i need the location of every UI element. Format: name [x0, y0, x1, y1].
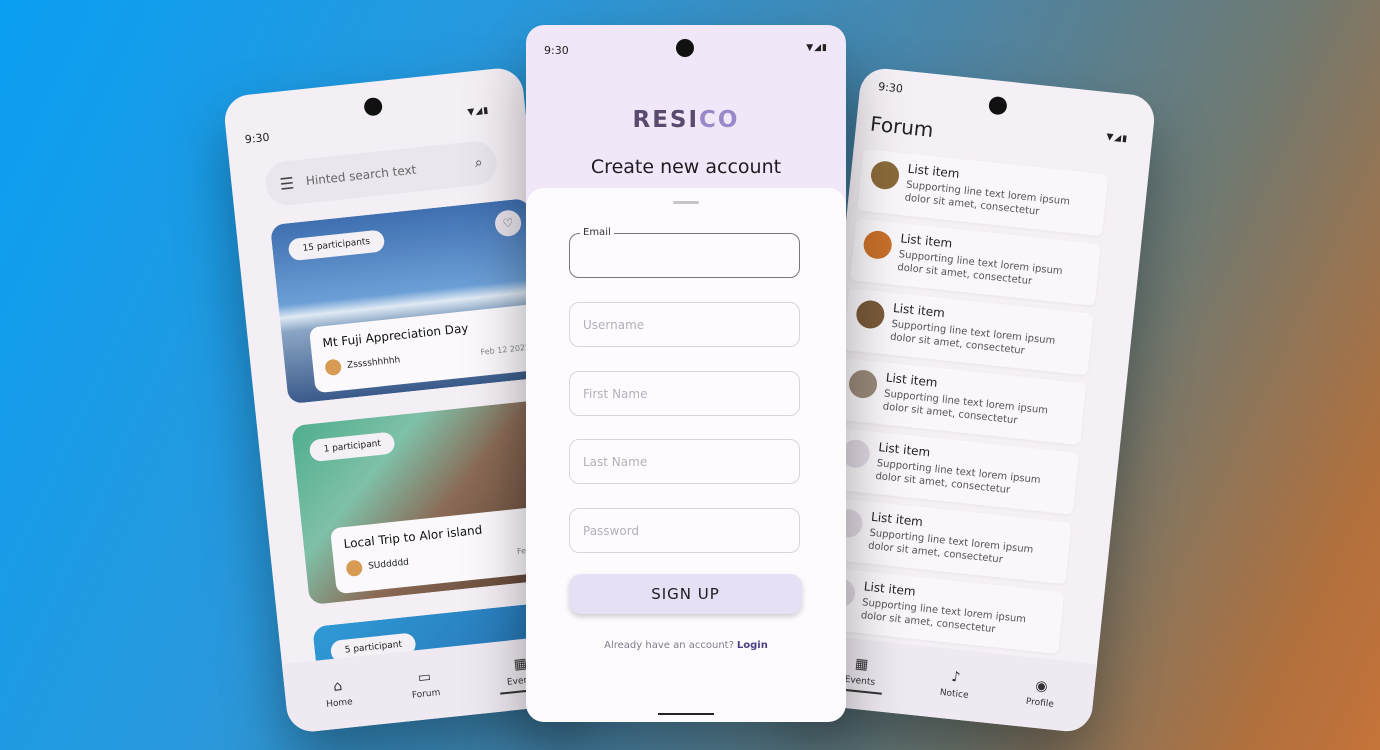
username-field[interactable]: Username — [569, 302, 800, 347]
nav-label: Home — [325, 697, 354, 710]
signup-phone: 9:30 ▼◢▮ RESICO Create new account Email… — [526, 25, 846, 722]
status-icons: ▼◢▮ — [467, 105, 490, 118]
avatar — [847, 368, 879, 400]
home-icon: ⌂ — [332, 678, 343, 696]
forum-phone: 9:30 ▼◢▮ Forum List item Supporting line… — [795, 66, 1157, 734]
event-user: SUddddd — [367, 557, 410, 572]
login-prompt: Already have an account? — [604, 640, 734, 651]
nav-forum[interactable]: ▭ Forum — [409, 668, 441, 701]
nav-notice[interactable]: ♪ Notice — [939, 668, 971, 701]
calendar-icon: ▦ — [854, 655, 870, 674]
status-time: 9:30 — [244, 130, 271, 147]
drag-handle[interactable] — [673, 201, 699, 204]
status-icons: ▼◢▮ — [806, 43, 828, 53]
login-prompt-row: Already have an account? Login — [526, 640, 846, 651]
login-link[interactable]: Login — [737, 640, 768, 651]
search-bar[interactable]: ☰ Hinted search text ⌕ — [263, 139, 499, 208]
page-title: Create new account — [590, 156, 782, 178]
sign-up-button[interactable]: SIGN UP — [569, 574, 802, 614]
nav-home[interactable]: ⌂ Home — [324, 677, 354, 710]
profile-icon: ◉ — [1034, 677, 1049, 696]
nav-profile[interactable]: ◉ Profile — [1025, 677, 1056, 710]
signup-sheet: Email Username First Name Last Name Pass… — [526, 188, 846, 722]
status-icons: ▼◢▮ — [1105, 132, 1129, 145]
camera-cutout — [676, 39, 694, 57]
avatar — [324, 358, 342, 377]
avatar — [345, 559, 364, 578]
nav-label: Events — [844, 674, 876, 688]
bell-icon: ♪ — [950, 668, 962, 686]
camera-cutout — [987, 95, 1008, 116]
search-icon[interactable]: ⌕ — [474, 155, 483, 172]
camera-cutout — [363, 96, 384, 117]
nav-label: Notice — [939, 687, 969, 701]
search-input[interactable]: Hinted search text — [305, 156, 475, 189]
avatar — [869, 159, 901, 191]
logo-part: RESI — [632, 107, 700, 133]
password-field[interactable]: Password — [569, 508, 800, 553]
email-label: Email — [580, 227, 614, 238]
event-card[interactable]: 15 participants ♡ Mt Fuji Appreciation D… — [269, 197, 548, 405]
first-name-field[interactable]: First Name — [569, 371, 800, 416]
avatar — [854, 299, 886, 330]
nav-label: Profile — [1025, 696, 1055, 710]
status-time: 9:30 — [544, 44, 569, 57]
avatar — [862, 229, 894, 261]
page-title: Forum — [869, 111, 935, 143]
forum-icon: ▭ — [416, 668, 432, 687]
event-user: Zsssshhhhh — [346, 355, 401, 371]
email-field[interactable]: Email — [569, 227, 800, 278]
menu-icon[interactable]: ☰ — [279, 173, 295, 193]
last-name-field[interactable]: Last Name — [569, 439, 800, 484]
gesture-bar — [658, 713, 714, 715]
event-date: Feb 12 2025 — [480, 342, 531, 357]
app-logo: RESICO — [526, 107, 846, 133]
status-time: 9:30 — [877, 80, 904, 96]
nav-label: Forum — [411, 687, 441, 701]
logo-part: CO — [699, 107, 740, 133]
